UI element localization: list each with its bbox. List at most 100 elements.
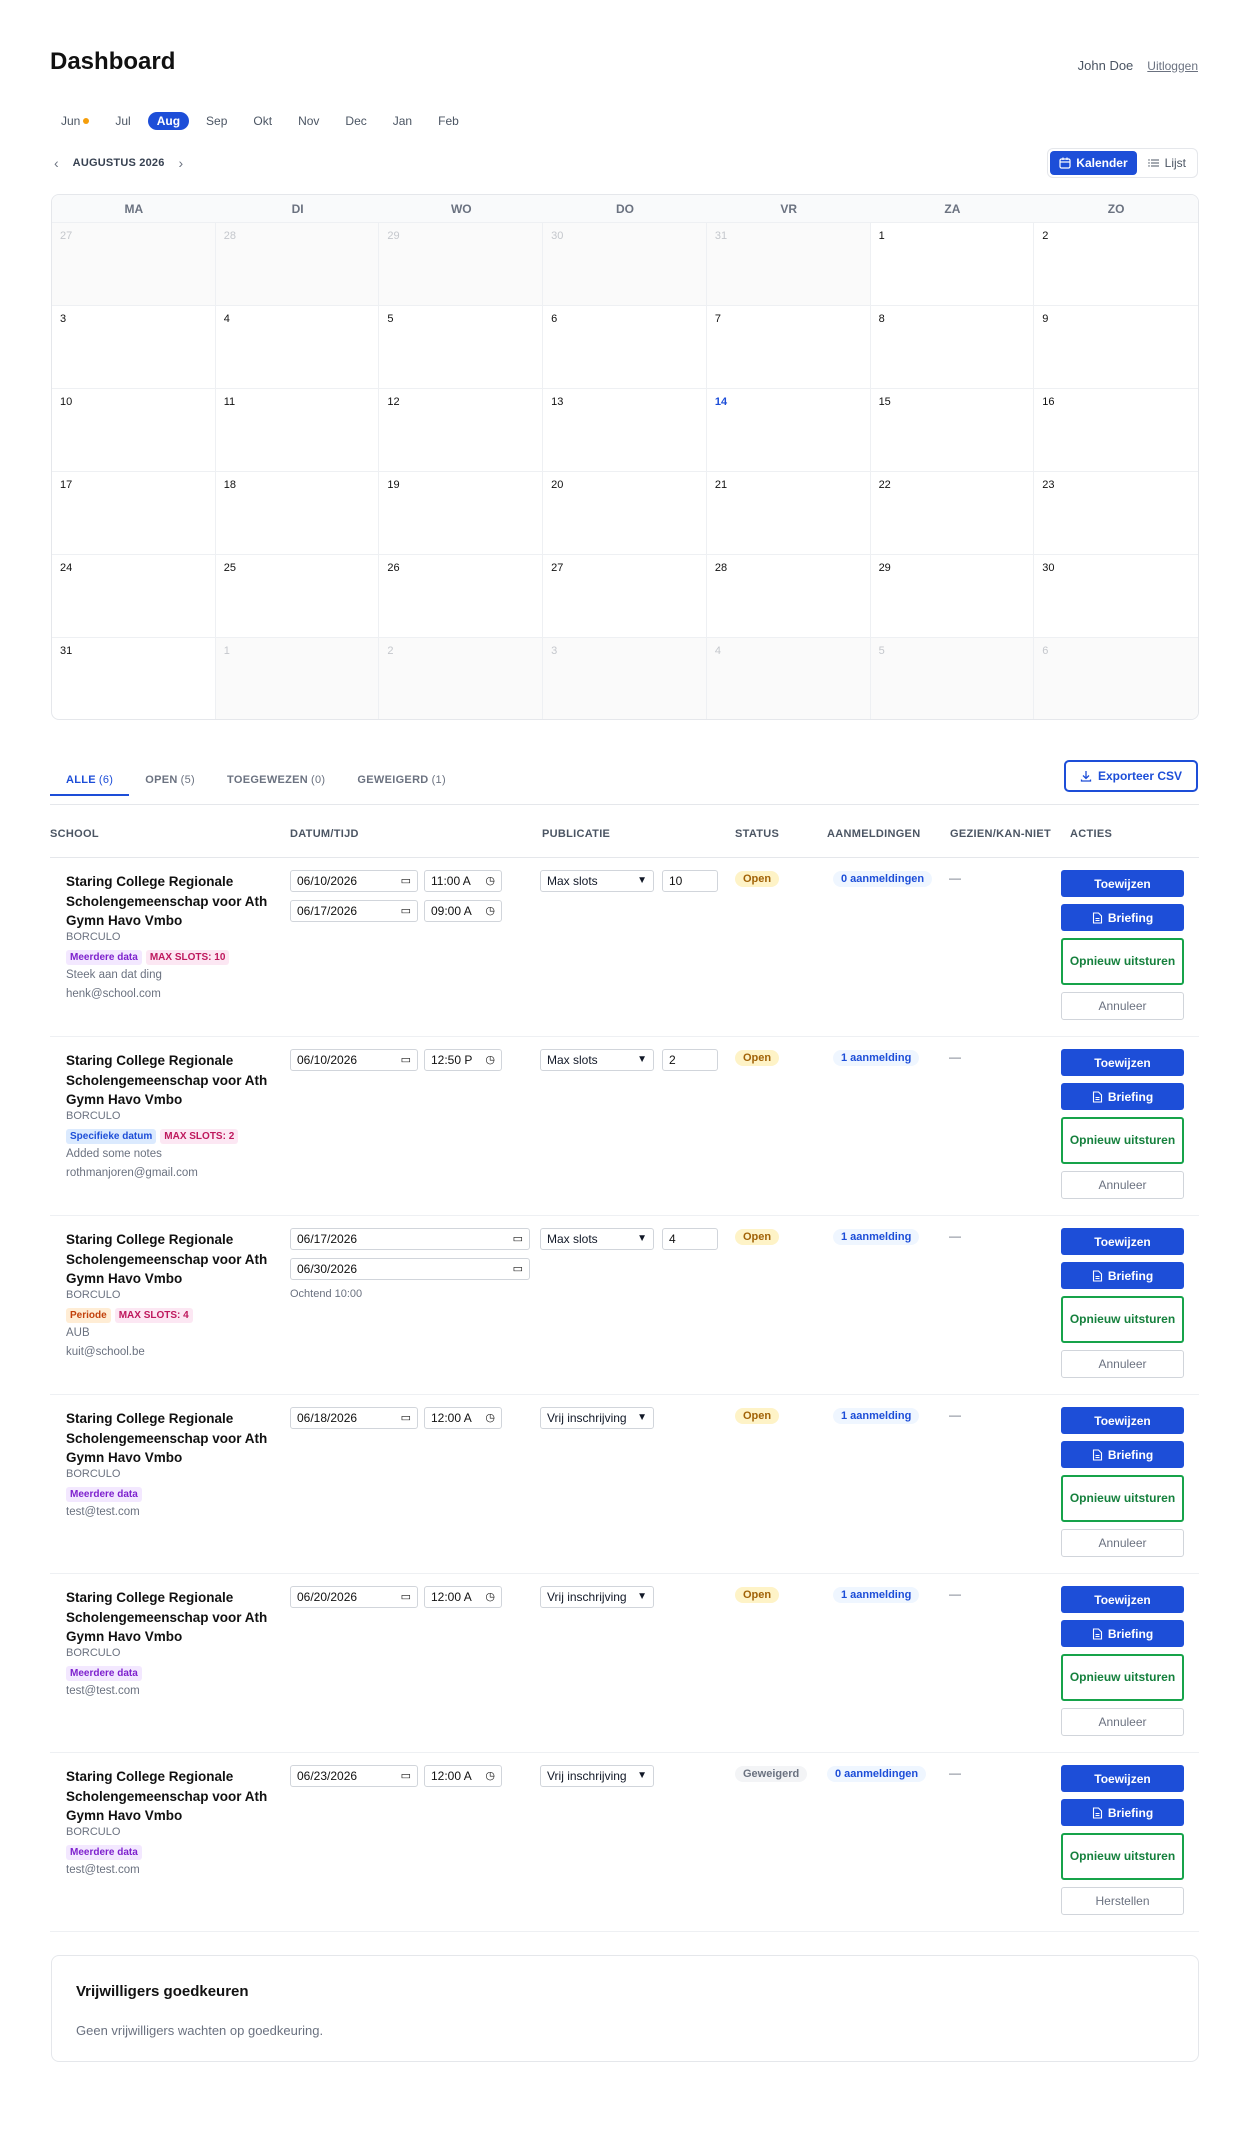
cancel-button[interactable]: Annuleer — [1061, 1350, 1184, 1378]
resend-button[interactable]: Opnieuw uitsturen — [1061, 1117, 1184, 1164]
cancel-button[interactable]: Annuleer — [1061, 1708, 1184, 1736]
date-input[interactable]: 06/18/2026 ▭ — [290, 1407, 418, 1429]
date-input[interactable]: 06/23/2026 ▭ — [290, 1765, 418, 1787]
resend-button[interactable]: Opnieuw uitsturen — [1061, 1475, 1184, 1522]
cancel-button[interactable]: Annuleer — [1061, 992, 1184, 1020]
signups-badge[interactable]: 1 aanmelding — [833, 1408, 920, 1424]
month-tab-jul[interactable]: Jul — [106, 112, 139, 130]
calendar-day[interactable]: 4 — [215, 306, 380, 389]
time-input[interactable]: 12:00 A ◷ — [424, 1765, 502, 1787]
month-tab-jun[interactable]: Jun — [52, 112, 98, 130]
logout-link[interactable]: Uitloggen — [1147, 59, 1198, 73]
calendar-day[interactable]: 4 — [706, 638, 871, 719]
calendar-day[interactable]: 17 — [52, 472, 216, 555]
month-tab-sep[interactable]: Sep — [197, 112, 236, 130]
calendar-day[interactable]: 11 — [215, 389, 380, 472]
briefing-button[interactable]: Briefing — [1061, 904, 1184, 931]
tab-toegewezen[interactable]: TOEGEWEZEN (0) — [211, 766, 341, 796]
calendar-day[interactable]: 2 — [1034, 223, 1198, 306]
signups-badge[interactable]: 0 aanmeldingen — [827, 1766, 927, 1782]
briefing-button[interactable]: Briefing — [1061, 1083, 1184, 1110]
resend-button[interactable]: Opnieuw uitsturen — [1061, 1296, 1184, 1343]
calendar-day[interactable]: 31 — [52, 638, 216, 719]
calendar-day[interactable]: 5 — [379, 306, 544, 389]
assign-button[interactable]: Toewijzen — [1061, 1407, 1184, 1434]
tab-geweigerd[interactable]: GEWEIGERD (1) — [341, 766, 462, 796]
signups-badge[interactable]: 1 aanmelding — [833, 1587, 920, 1603]
next-month-button[interactable]: › — [179, 155, 184, 171]
month-tab-nov[interactable]: Nov — [289, 112, 328, 130]
calendar-day[interactable]: 13 — [543, 389, 707, 472]
calendar-day[interactable]: 24 — [52, 555, 216, 638]
time-input[interactable]: 12:50 P ◷ — [424, 1049, 502, 1071]
date-input[interactable]: 06/10/2026 ▭ — [290, 1049, 418, 1071]
publication-select[interactable]: Max slots ▼ — [540, 1049, 654, 1071]
resend-button[interactable]: Opnieuw uitsturen — [1061, 1833, 1184, 1880]
assign-button[interactable]: Toewijzen — [1061, 1765, 1184, 1792]
max-slots-input[interactable]: 2 — [662, 1049, 718, 1071]
calendar-day[interactable]: 2 — [379, 638, 544, 719]
calendar-day[interactable]: 30 — [1034, 555, 1198, 638]
assign-button[interactable]: Toewijzen — [1061, 870, 1184, 897]
publication-select[interactable]: Max slots ▼ — [540, 1228, 654, 1250]
cancel-button[interactable]: Annuleer — [1061, 1529, 1184, 1557]
calendar-day[interactable]: 29 — [870, 555, 1035, 638]
calendar-day[interactable]: 25 — [215, 555, 380, 638]
calendar-day[interactable]: 27 — [543, 555, 707, 638]
prev-month-button[interactable]: ‹ — [54, 155, 59, 171]
month-tab-aug[interactable]: Aug — [147, 112, 190, 130]
calendar-day[interactable]: 23 — [1034, 472, 1198, 555]
calendar-day[interactable]: 15 — [870, 389, 1035, 472]
date-input[interactable]: 06/17/2026 ▭ — [290, 900, 418, 922]
signups-badge[interactable]: 1 aanmelding — [833, 1229, 920, 1245]
publication-select[interactable]: Vrij inschrijving ▼ — [540, 1765, 654, 1787]
resend-button[interactable]: Opnieuw uitsturen — [1061, 938, 1184, 985]
calendar-day[interactable]: 5 — [870, 638, 1035, 719]
calendar-day[interactable]: 7 — [706, 306, 871, 389]
calendar-day[interactable]: 28 — [706, 555, 871, 638]
briefing-button[interactable]: Briefing — [1061, 1441, 1184, 1468]
list-view-button[interactable]: Lijst — [1139, 151, 1195, 175]
calendar-day[interactable]: 8 — [870, 306, 1035, 389]
date-input[interactable]: 06/20/2026 ▭ — [290, 1586, 418, 1608]
calendar-day[interactable]: 19 — [379, 472, 544, 555]
calendar-day[interactable]: 31 — [706, 223, 871, 306]
signups-badge[interactable]: 1 aanmelding — [833, 1050, 920, 1066]
calendar-day[interactable]: 10 — [52, 389, 216, 472]
calendar-day[interactable]: 14 — [706, 389, 871, 472]
assign-button[interactable]: Toewijzen — [1061, 1228, 1184, 1255]
month-tab-feb[interactable]: Feb — [429, 112, 468, 130]
calendar-day[interactable]: 22 — [870, 472, 1035, 555]
briefing-button[interactable]: Briefing — [1061, 1620, 1184, 1647]
publication-select[interactable]: Max slots ▼ — [540, 870, 654, 892]
calendar-day[interactable]: 1 — [215, 638, 380, 719]
date-input[interactable]: 06/30/2026 ▭ — [290, 1258, 530, 1280]
calendar-day[interactable]: 20 — [543, 472, 707, 555]
tab-open[interactable]: OPEN (5) — [129, 766, 211, 796]
calendar-day[interactable]: 12 — [379, 389, 544, 472]
calendar-day[interactable]: 6 — [1034, 638, 1198, 719]
max-slots-input[interactable]: 4 — [662, 1228, 718, 1250]
month-tab-dec[interactable]: Dec — [336, 112, 375, 130]
month-tab-jan[interactable]: Jan — [384, 112, 421, 130]
calendar-view-button[interactable]: Kalender — [1050, 151, 1137, 175]
calendar-day[interactable]: 18 — [215, 472, 380, 555]
resend-button[interactable]: Opnieuw uitsturen — [1061, 1654, 1184, 1701]
calendar-day[interactable]: 16 — [1034, 389, 1198, 472]
calendar-day[interactable]: 26 — [379, 555, 544, 638]
calendar-day[interactable]: 3 — [52, 306, 216, 389]
calendar-day[interactable]: 3 — [543, 638, 707, 719]
restore-button[interactable]: Herstellen — [1061, 1887, 1184, 1915]
publication-select[interactable]: Vrij inschrijving ▼ — [540, 1407, 654, 1429]
cancel-button[interactable]: Annuleer — [1061, 1171, 1184, 1199]
time-input[interactable]: 11:00 A ◷ — [424, 870, 502, 892]
assign-button[interactable]: Toewijzen — [1061, 1586, 1184, 1613]
date-input[interactable]: 06/10/2026 ▭ — [290, 870, 418, 892]
export-csv-button[interactable]: Exporteer CSV — [1063, 760, 1198, 792]
time-input[interactable]: 09:00 A ◷ — [424, 900, 502, 922]
calendar-day[interactable]: 30 — [543, 223, 707, 306]
calendar-day[interactable]: 27 — [52, 223, 216, 306]
calendar-day[interactable]: 21 — [706, 472, 871, 555]
briefing-button[interactable]: Briefing — [1061, 1799, 1184, 1826]
assign-button[interactable]: Toewijzen — [1061, 1049, 1184, 1076]
